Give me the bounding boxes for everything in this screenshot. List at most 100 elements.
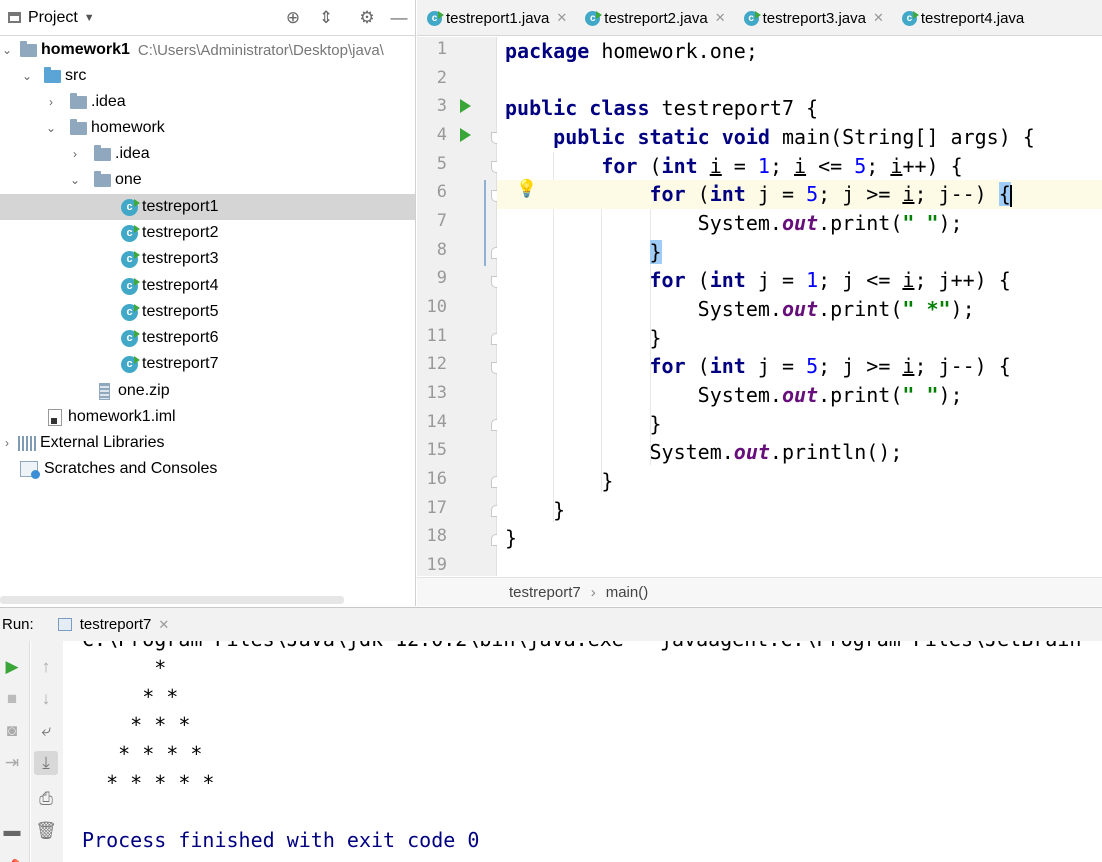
folder-icon (94, 144, 111, 161)
tree-item-one-zip[interactable]: one.zip (0, 378, 415, 404)
trash-icon[interactable]: 🗑 (34, 819, 58, 843)
code-line: } (505, 326, 662, 350)
tab-testreport1[interactable]: c testreport1.java ✕ (417, 0, 575, 36)
breadcrumb-method[interactable]: main() (606, 584, 649, 601)
line-number: 18 (426, 526, 447, 546)
gear-icon[interactable]: ⚙ (357, 8, 377, 28)
console-icon (57, 618, 72, 631)
tree-item-testreport1[interactable]: c testreport1 (0, 194, 415, 220)
line-number: 9 (436, 268, 447, 288)
tab-label: testreport2.java (604, 9, 708, 27)
exit-icon[interactable]: ⇥ (0, 751, 24, 775)
chevron-right-icon[interactable]: › (44, 95, 58, 109)
line-number: 10 (426, 297, 447, 317)
code-line: System.out.print(" *"); (505, 297, 975, 321)
close-icon[interactable]: ✕ (715, 10, 726, 26)
chevron-right-icon[interactable]: › (68, 147, 82, 161)
line-number: 8 (436, 240, 447, 260)
line-number: 15 (426, 440, 447, 460)
line-number: 11 (426, 326, 447, 346)
line-number: 5 (436, 154, 447, 174)
tree-item-external-libraries[interactable]: › External Libraries (0, 430, 415, 456)
run-tab-testreport7[interactable]: testreport7 ✕ (57, 616, 169, 633)
tree-item-label: testreport1 (142, 198, 219, 215)
pin-icon[interactable]: 📌 (0, 857, 24, 862)
tree-item-testreport6[interactable]: c testreport6 (0, 325, 415, 351)
chevron-right-icon: › (590, 583, 596, 601)
layout-icon[interactable]: ▬ (0, 819, 24, 843)
module-file-icon (48, 408, 62, 426)
scroll-to-end-icon[interactable]: ⤓ (34, 751, 58, 775)
current-code-line: for (int j = 5; j >= i; j--) { (497, 180, 1102, 209)
java-class-icon: c (121, 303, 140, 321)
tree-item-testreport2[interactable]: c testreport2 (0, 220, 415, 246)
tree-item-homework[interactable]: ⌄ homework (0, 115, 415, 141)
tree-item-root[interactable]: ⌄ homework1 C:\Users\Administrator\Deskt… (0, 37, 415, 63)
code-editor[interactable]: package homework.one; public class testr… (497, 37, 1102, 576)
code-line: } (505, 526, 518, 550)
run-label: Run: (2, 616, 34, 633)
rerun-icon[interactable]: ▶ (0, 655, 24, 679)
run-header: Run: testreport7 ✕ (0, 608, 1102, 641)
code-line: public static void main(String[] args) { (553, 125, 1035, 149)
arrow-up-icon[interactable]: ↑ (34, 655, 58, 679)
chevron-down-icon[interactable]: ⌄ (68, 173, 82, 187)
close-icon[interactable]: ✕ (556, 10, 567, 26)
tree-item-testreport7[interactable]: c testreport7 (0, 351, 415, 377)
editor-gutter[interactable]: 1 2 3 4 5 6 7 8 9 10 11 12 13 14 15 16 1… (417, 37, 502, 576)
chevron-down-icon[interactable]: ⌄ (0, 43, 14, 57)
tab-testreport3[interactable]: c testreport3.java ✕ (734, 0, 892, 36)
soft-wrap-icon[interactable]: ⤶ (34, 719, 58, 743)
collapse-all-icon[interactable]: ⇕ (316, 8, 336, 28)
breadcrumb-class[interactable]: testreport7 (509, 584, 581, 601)
tree-item-label: homework1.iml (68, 408, 176, 425)
tree-item-label: testreport2 (142, 224, 219, 241)
hide-icon[interactable]: — (389, 8, 409, 28)
run-class-icon[interactable] (460, 99, 471, 113)
tree-item-label: .idea (91, 93, 126, 110)
horizontal-scrollbar[interactable] (0, 596, 344, 604)
print-icon[interactable]: ⎙ (34, 787, 58, 811)
tree-item-src[interactable]: ⌄ src (0, 63, 415, 89)
console-line: * (82, 656, 167, 680)
code-line: package homework.one; (505, 39, 758, 63)
tree-item-label: testreport3 (142, 250, 219, 267)
arrow-down-icon[interactable]: ↓ (34, 687, 58, 711)
line-number: 12 (426, 354, 447, 374)
tree-item-testreport5[interactable]: c testreport5 (0, 299, 415, 325)
tab-testreport4[interactable]: c testreport4.java (892, 0, 1032, 36)
tree-item-scratches[interactable]: Scratches and Consoles (0, 456, 415, 482)
chevron-down-icon[interactable]: ⌄ (44, 121, 58, 135)
chevron-down-icon[interactable]: ▼ (84, 12, 95, 24)
console-line: * * * * * (82, 771, 215, 795)
tab-testreport2[interactable]: c testreport2.java ✕ (575, 0, 733, 36)
run-tab-label: testreport7 (79, 616, 152, 633)
close-icon[interactable]: ✕ (873, 10, 884, 26)
module-folder-icon (20, 40, 37, 57)
run-main-icon[interactable] (460, 128, 471, 142)
code-line: System.out.println(); (505, 440, 903, 464)
java-class-icon: c (743, 10, 761, 26)
tree-item-one[interactable]: ⌄ one (0, 167, 415, 193)
tree-item-testreport4[interactable]: c testreport4 (0, 273, 415, 299)
line-number: 3 (436, 96, 447, 116)
package-folder-icon (70, 118, 87, 135)
console-output[interactable]: C:\Program Files\Java\jdk-12.0.2\bin\jav… (64, 641, 1102, 862)
intention-bulb-icon[interactable]: 💡 (516, 179, 537, 199)
java-class-icon: c (901, 10, 919, 26)
tree-item-idea[interactable]: › .idea (0, 89, 415, 115)
tree-item-idea-2[interactable]: › .idea (0, 141, 415, 167)
line-number: 2 (436, 68, 447, 88)
close-icon[interactable]: ✕ (158, 617, 169, 633)
java-class-icon: c (121, 198, 140, 216)
change-marker[interactable] (484, 180, 486, 266)
project-view-selector[interactable]: Project (28, 9, 78, 27)
camera-icon[interactable]: ◙ (0, 719, 24, 743)
tree-item-testreport3[interactable]: c testreport3 (0, 246, 415, 272)
tree-item-iml[interactable]: homework1.iml (0, 404, 415, 430)
chevron-right-icon[interactable]: › (0, 436, 14, 450)
line-number: 7 (436, 211, 447, 231)
locate-icon[interactable]: ⊕ (283, 8, 303, 28)
chevron-down-icon[interactable]: ⌄ (20, 69, 34, 83)
stop-icon[interactable]: ■ (0, 687, 24, 711)
